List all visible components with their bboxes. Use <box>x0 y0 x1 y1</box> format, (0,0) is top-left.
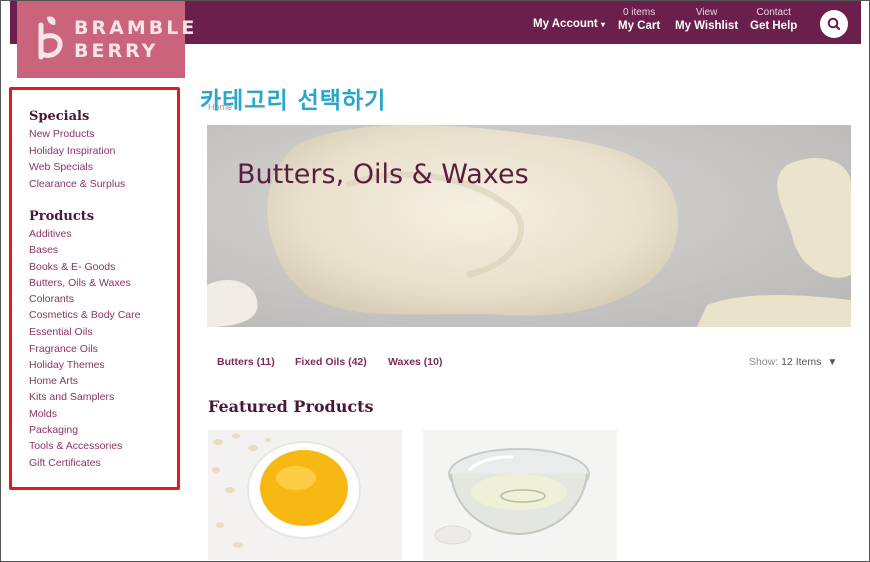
search-icon <box>827 17 841 31</box>
brand-line-2: BERRY <box>74 40 159 62</box>
brand-line-1: BRAMBLE <box>74 17 198 39</box>
items-per-page-select[interactable]: Show: 12 Items ▼ <box>749 356 837 368</box>
category-sidebar: Specials New Products Holiday Inspiratio… <box>9 87 180 490</box>
contact-label: Contact <box>756 7 791 18</box>
sidebar-item-gift-certificates[interactable]: Gift Certificates <box>29 457 101 469</box>
sidebar-item-web-specials[interactable]: Web Specials <box>29 161 93 173</box>
brand-name: BRAMBLE BERRY <box>74 17 197 63</box>
sidebar-item-holiday-themes[interactable]: Holiday Themes <box>29 359 105 371</box>
brand-logo[interactable]: BRAMBLE BERRY <box>17 1 194 78</box>
logo-mark-icon <box>38 16 63 60</box>
items-per-page-value: 12 Items <box>781 356 822 368</box>
sidebar-item-packaging[interactable]: Packaging <box>29 424 78 436</box>
my-account-label: My Account <box>533 18 598 30</box>
chevron-down-icon: ▾ <box>600 20 605 29</box>
annotation-label: 카테고리 선택하기 <box>200 88 387 114</box>
show-label: Show: <box>749 356 779 368</box>
category-hero-banner: Butters, Oils & Waxes <box>207 125 851 327</box>
hero-title: Butters, Oils & Waxes <box>237 159 529 190</box>
my-cart-label: My Cart <box>618 20 661 32</box>
my-account-menu[interactable]: My Account ▾ <box>533 17 605 32</box>
sidebar-item-essential-oils[interactable]: Essential Oils <box>29 326 93 338</box>
product-card[interactable] <box>423 430 617 560</box>
sidebar-item-clearance[interactable]: Clearance & Surplus <box>29 178 125 190</box>
sidebar-item-fragrance-oils[interactable]: Fragrance Oils <box>29 343 98 355</box>
filter-waxes[interactable]: Waxes (10) <box>388 356 442 368</box>
filter-fixed-oils[interactable]: Fixed Oils (42) <box>295 356 367 368</box>
page-frame: My Account ▾ 0 items My Cart View My Wis… <box>0 0 870 562</box>
get-help-label: Get Help <box>750 20 798 32</box>
get-help-link[interactable]: Contact Get Help <box>750 7 797 33</box>
product-image-glass-dish <box>423 430 617 560</box>
specials-heading: Specials <box>29 109 90 124</box>
sidebar-item-books[interactable]: Books & E- Goods <box>29 261 115 273</box>
sidebar-item-cosmetics[interactable]: Cosmetics & Body Care <box>29 309 140 321</box>
sidebar-item-tools[interactable]: Tools & Accessories <box>29 440 122 452</box>
sidebar-item-additives[interactable]: Additives <box>29 228 72 240</box>
product-card[interactable] <box>208 430 402 560</box>
my-cart-link[interactable]: 0 items My Cart <box>618 7 660 33</box>
search-button[interactable] <box>820 10 848 38</box>
sidebar-item-butters-oils-waxes[interactable]: Butters, Oils & Waxes <box>29 277 131 289</box>
sidebar-item-colorants[interactable]: Colorants <box>29 293 74 305</box>
hero-butter-image <box>207 125 851 327</box>
wishlist-view-label: View <box>695 7 718 18</box>
sidebar-item-new-products[interactable]: New Products <box>29 128 94 140</box>
product-image-oil-bowl <box>208 430 402 560</box>
sidebar-item-bases[interactable]: Bases <box>29 244 58 256</box>
products-heading: Products <box>29 209 95 224</box>
my-wishlist-link[interactable]: View My Wishlist <box>675 7 738 33</box>
filter-butters[interactable]: Butters (11) <box>217 356 275 368</box>
featured-products-heading: Featured Products <box>208 397 374 416</box>
sidebar-item-home-arts[interactable]: Home Arts <box>29 375 78 387</box>
chevron-down-icon: ▼ <box>827 357 838 368</box>
sidebar-item-holiday-inspiration[interactable]: Holiday Inspiration <box>29 145 115 157</box>
sidebar-item-molds[interactable]: Molds <box>29 408 57 420</box>
my-wishlist-label: My Wishlist <box>675 20 739 32</box>
cart-count: 0 items <box>622 7 656 18</box>
sidebar-item-kits-samplers[interactable]: Kits and Samplers <box>29 391 114 403</box>
